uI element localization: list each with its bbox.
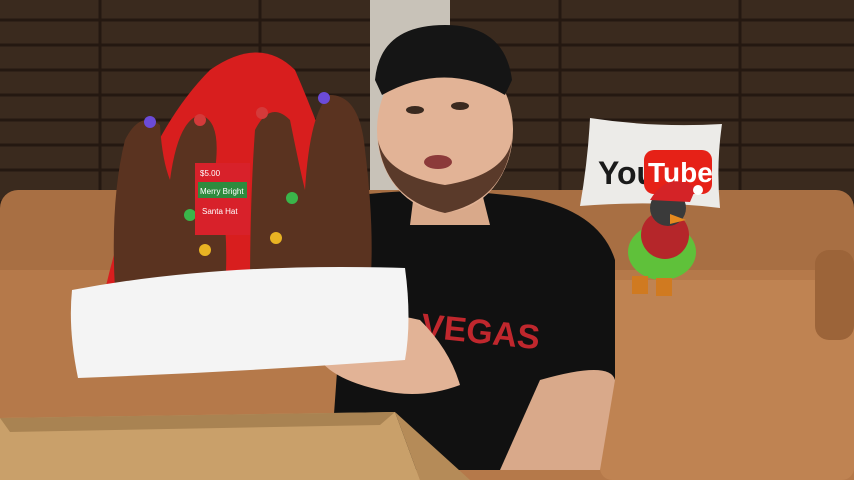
hat-tag-subtitle: Santa Hat (202, 207, 238, 216)
hat-tag-price: $5.00 (200, 169, 221, 178)
youtube-pillow: You Tube (580, 118, 722, 208)
cardboard-box (0, 412, 470, 480)
video-frame: You Tube VEGAS $5.00 Merry Bright Santa … (0, 0, 854, 480)
hat-tag-title: Merry Bright (200, 187, 244, 196)
scene-illustration: You Tube VEGAS $5.00 Merry Bright Santa … (0, 0, 854, 480)
